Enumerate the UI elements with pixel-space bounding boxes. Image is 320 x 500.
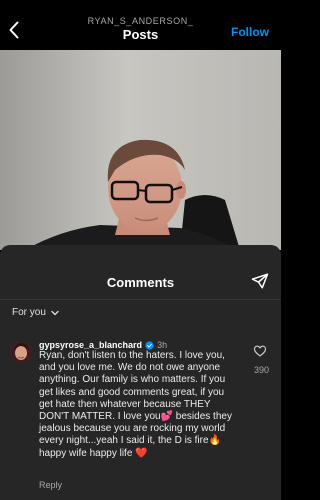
filter-label: For you [12, 307, 46, 318]
comment-meta: gypsyrose_a_blanchard 3h [39, 340, 167, 350]
post-image [0, 50, 281, 250]
top-bar: RYAN_S_ANDERSON_ Posts Follow [0, 0, 281, 50]
post-photo[interactable] [0, 50, 281, 250]
comment-author[interactable]: gypsyrose_a_blanchard [39, 340, 142, 350]
comments-sheet: Comments For you gypsyrose_a_blanchard 3 [0, 245, 281, 500]
like-count: 390 [253, 365, 269, 375]
comment-text: Ryan, don't listen to the haters. I love… [39, 350, 232, 459]
avatar[interactable] [10, 341, 32, 363]
comment-filter-dropdown[interactable]: For you [12, 307, 60, 318]
verified-badge-icon [145, 340, 154, 350]
follow-button[interactable]: Follow [231, 25, 269, 39]
comment-item: gypsyrose_a_blanchard 3h Ryan, don't lis… [0, 338, 281, 500]
divider [0, 299, 281, 300]
avatar-image [10, 341, 32, 363]
reply-button[interactable]: Reply [39, 480, 62, 490]
paper-plane-icon[interactable] [251, 272, 269, 290]
heart-icon[interactable] [253, 344, 267, 358]
comments-title: Comments [106, 275, 175, 290]
comment-time: 3h [157, 340, 168, 350]
chevron-down-icon [51, 310, 59, 315]
